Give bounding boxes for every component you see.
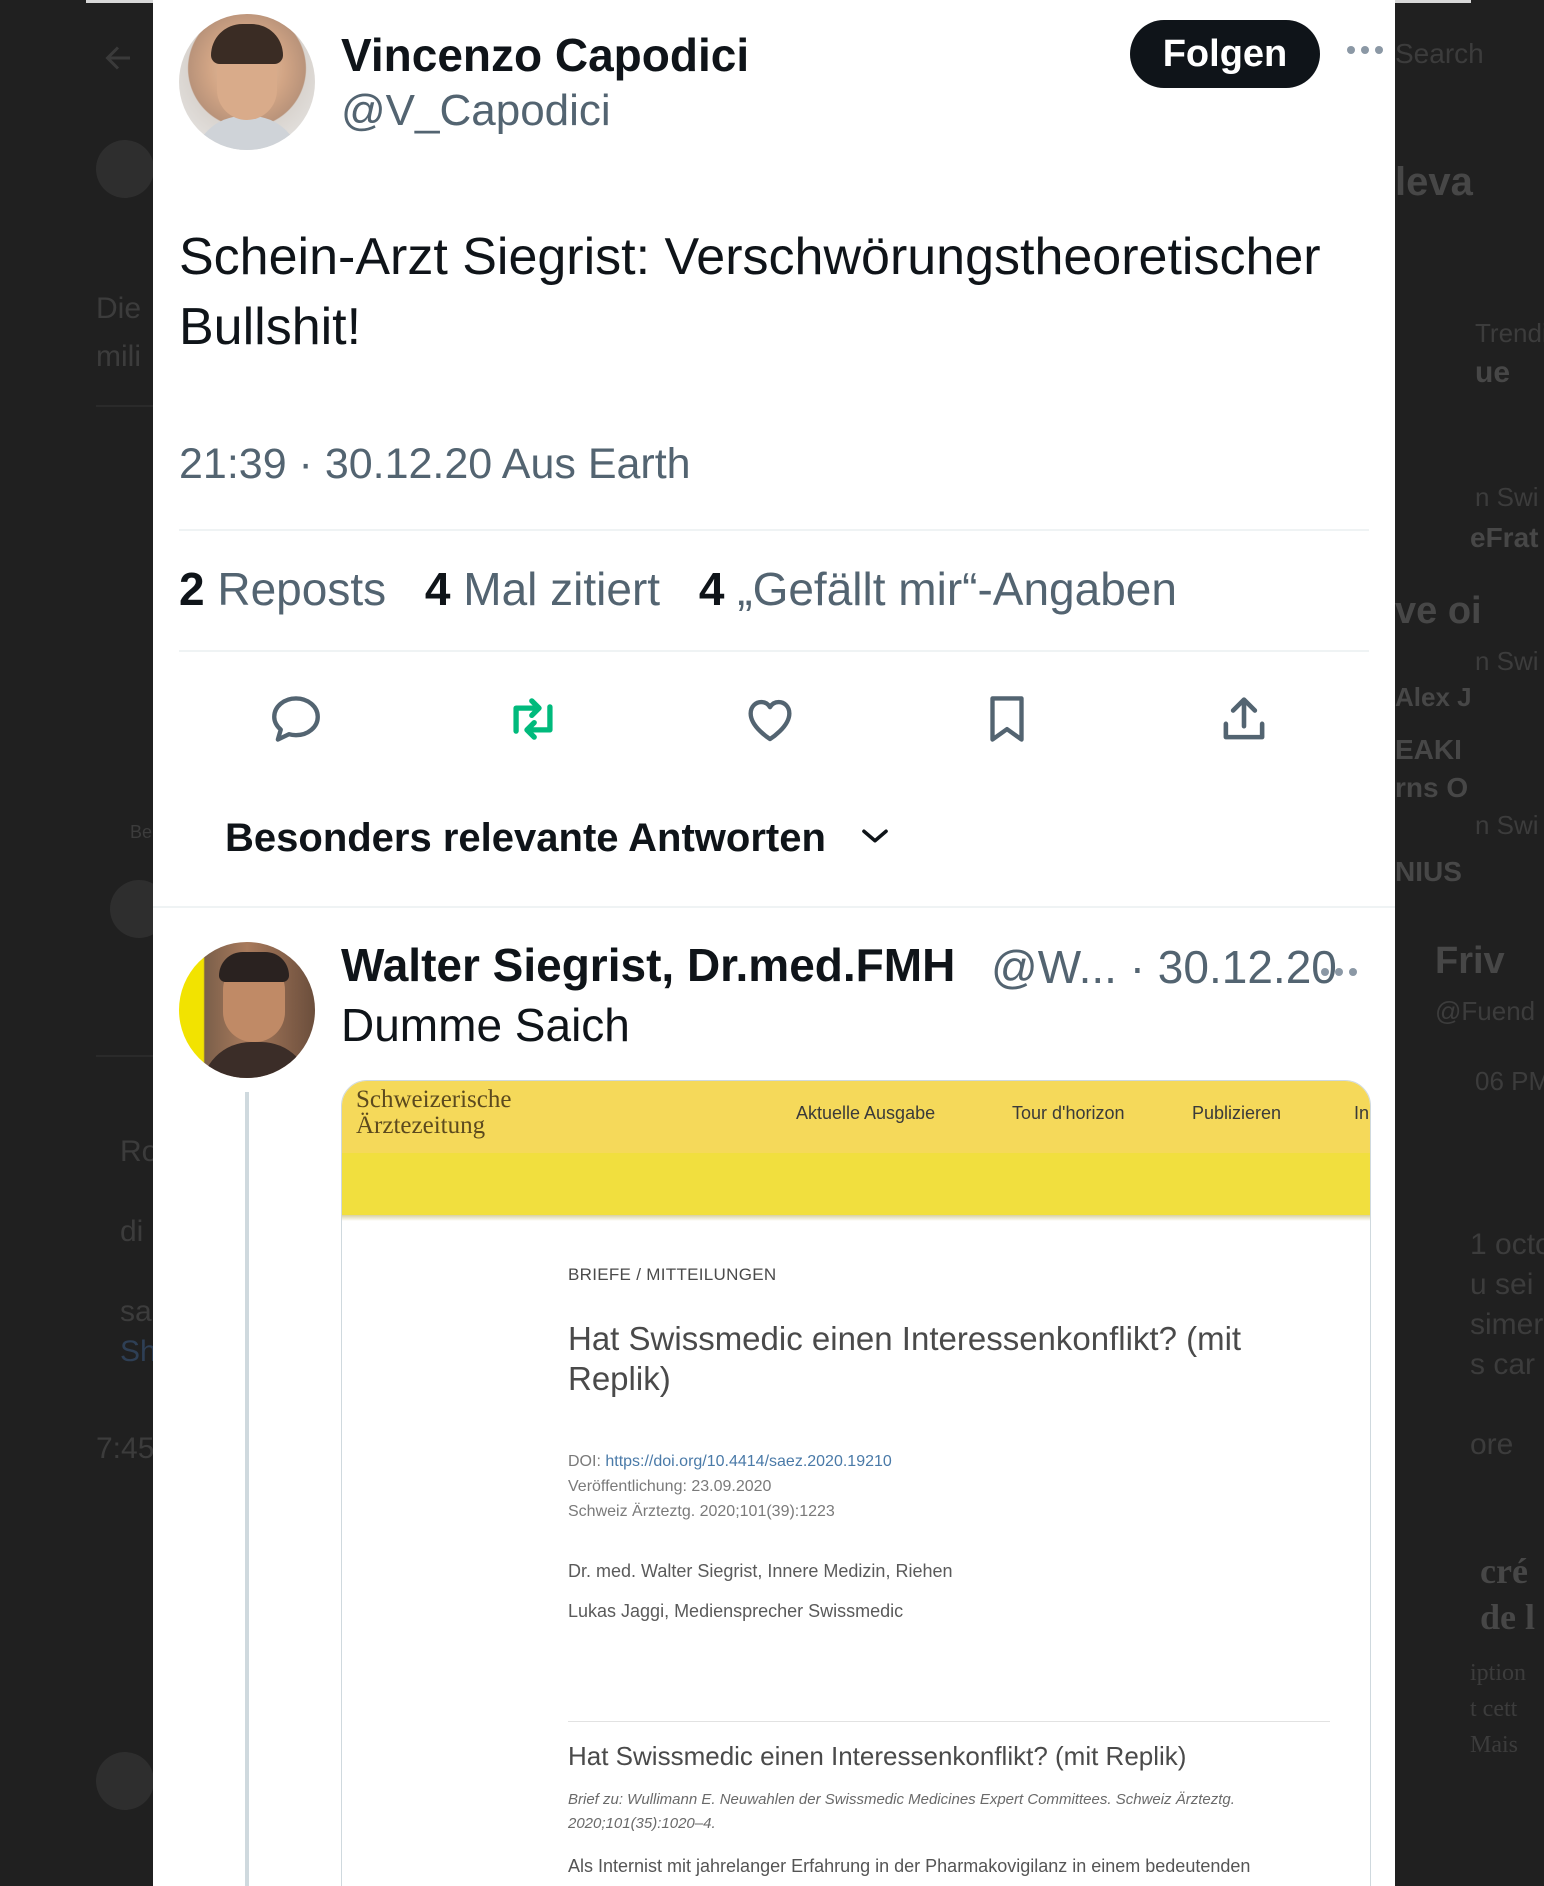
share-icon[interactable] — [1209, 684, 1279, 754]
background-text: 06 PM — [1475, 1066, 1544, 1096]
background-text: @Fuend — [1435, 996, 1536, 1026]
tweet-timestamp[interactable]: 21:39 · 30.12.20 Aus Earth — [179, 440, 691, 489]
more-options-icon[interactable] — [1321, 962, 1371, 982]
background-text: n Swi — [1475, 810, 1539, 840]
divider — [179, 650, 1369, 652]
more-options-icon[interactable] — [1347, 36, 1395, 64]
back-arrow-icon[interactable] — [100, 40, 136, 76]
journal-header: Schweizerische Ärztezeitung Aktuelle Aus… — [342, 1081, 1370, 1215]
journal-nav-item: Tour d'horizon — [1012, 1103, 1125, 1123]
bookmark-icon[interactable] — [972, 684, 1042, 754]
background-text: EAKI — [1395, 734, 1462, 765]
divider — [179, 529, 1369, 531]
tweet-author-row: Vincenzo Capodici @V_Capodici Folgen — [179, 14, 1383, 154]
divider — [153, 906, 1395, 908]
article-reference: Brief zu: Wullimann E. Neuwahlen der Swi… — [568, 1791, 1235, 1832]
background-text: Sh — [120, 1335, 157, 1368]
article-title: Hat Swissmedic einen Interessenkonflikt?… — [568, 1320, 1242, 1397]
reply-handle-date[interactable]: @W... · 30.12.20 — [991, 940, 1337, 994]
background-text: ore — [1470, 1428, 1514, 1461]
background-avatar — [96, 140, 154, 198]
background-text: Trendi — [1475, 318, 1544, 348]
replies-sort-label: Besonders relevante Antworten — [225, 815, 826, 860]
journal-logo: Schweizerische Ärztezeitung — [356, 1086, 512, 1139]
quotes-stat[interactable]: 4 Mal zitiert — [425, 563, 660, 615]
reply-text: Dumme Saich — [341, 999, 630, 1051]
embedded-image[interactable]: Schweizerische Ärztezeitung Aktuelle Aus… — [341, 1080, 1371, 1886]
avatar[interactable] — [179, 942, 315, 1078]
author-handle[interactable]: @V_Capodici — [341, 86, 611, 136]
follow-button[interactable]: Folgen — [1130, 20, 1320, 88]
avatar[interactable] — [179, 14, 315, 150]
background-text: de l — [1480, 1597, 1536, 1637]
journal-nav-item: In — [1354, 1103, 1370, 1123]
background-text: n Swi — [1475, 646, 1539, 676]
background-text: u sei — [1470, 1268, 1534, 1301]
background-text: cré — [1480, 1551, 1528, 1591]
background-text: Friv — [1435, 940, 1505, 982]
background-text: t cett — [1470, 1696, 1518, 1722]
tweet-text: Schein-Arzt Siegrist: Verschwörungstheor… — [179, 228, 1321, 356]
background-text: mili — [96, 340, 141, 373]
background-text: iption — [1470, 1660, 1527, 1686]
author-name[interactable]: Vincenzo Capodici — [341, 28, 749, 82]
tweet-detail-card: Vincenzo Capodici @V_Capodici Folgen Sch… — [153, 0, 1395, 1886]
journal-nav-item: Publizieren — [1192, 1103, 1282, 1123]
reply-tweet[interactable]: Walter Siegrist, Dr.med.FMH @W... · 30.1… — [179, 939, 1371, 1886]
reposts-stat[interactable]: 2 Reposts — [179, 563, 386, 615]
background-text: leva — [1395, 160, 1473, 204]
reply-author-name[interactable]: Walter Siegrist, Dr.med.FMH — [341, 938, 955, 992]
engagement-stats: 2 Reposts 4 Mal zitiert 4 „Gefällt mir“-… — [179, 562, 1203, 616]
background-text: n Swi — [1475, 482, 1539, 512]
background-text: di — [120, 1215, 144, 1248]
replies-sort-toggle[interactable]: Besonders relevante Antworten — [225, 808, 894, 868]
background-text: simer — [1470, 1308, 1544, 1341]
tweet-action-bar — [179, 684, 1369, 754]
article-authors: Dr. med. Walter Siegrist, Innere Medizin… — [568, 1561, 953, 1621]
background-divider — [96, 1055, 153, 1057]
article-body: Als Internist mit jahrelanger Erfahrung … — [568, 1856, 1251, 1876]
background-text: Mais — [1470, 1732, 1518, 1758]
background-text: NIUS — [1395, 856, 1462, 887]
background-text: Alex J — [1395, 682, 1472, 712]
background-text: rns O — [1395, 772, 1469, 803]
background-text: ve oi — [1395, 590, 1482, 632]
background-text: ue — [1475, 356, 1511, 389]
background-text: s car — [1470, 1348, 1536, 1381]
background-right-column: Search leva Trendi ue n Swi eFrat ve oi … — [1395, 0, 1544, 1886]
background-divider — [96, 405, 153, 407]
background-text: 1 octo — [1470, 1228, 1544, 1261]
chevron-down-icon — [856, 817, 894, 860]
background-avatar — [96, 1752, 154, 1810]
journal-nav-item: Aktuelle Ausgabe — [796, 1103, 936, 1123]
background-text: 7:45 — [96, 1432, 155, 1465]
background-text: Die — [96, 292, 142, 325]
article-category: BRIEFE / MITTEILUNGEN — [568, 1265, 777, 1284]
background-text: sa — [120, 1295, 152, 1328]
search-placeholder[interactable]: Search — [1395, 38, 1484, 70]
reply-icon[interactable] — [261, 684, 331, 754]
article-subtitle: Hat Swissmedic einen Interessenkonflikt?… — [568, 1741, 1187, 1771]
repost-icon[interactable] — [498, 684, 568, 754]
likes-stat[interactable]: 4 „Gefällt mir“-Angaben — [699, 563, 1177, 615]
background-left-column: Die mili Be Ro di sa Sh 7:45 — [0, 0, 168, 1886]
article-meta: DOI: https://doi.org/10.4414/saez.2020.1… — [568, 1453, 892, 1520]
background-text: eFrat — [1470, 522, 1539, 553]
like-icon[interactable] — [735, 684, 805, 754]
thread-line — [245, 1092, 249, 1886]
background-text: Be — [130, 822, 153, 842]
